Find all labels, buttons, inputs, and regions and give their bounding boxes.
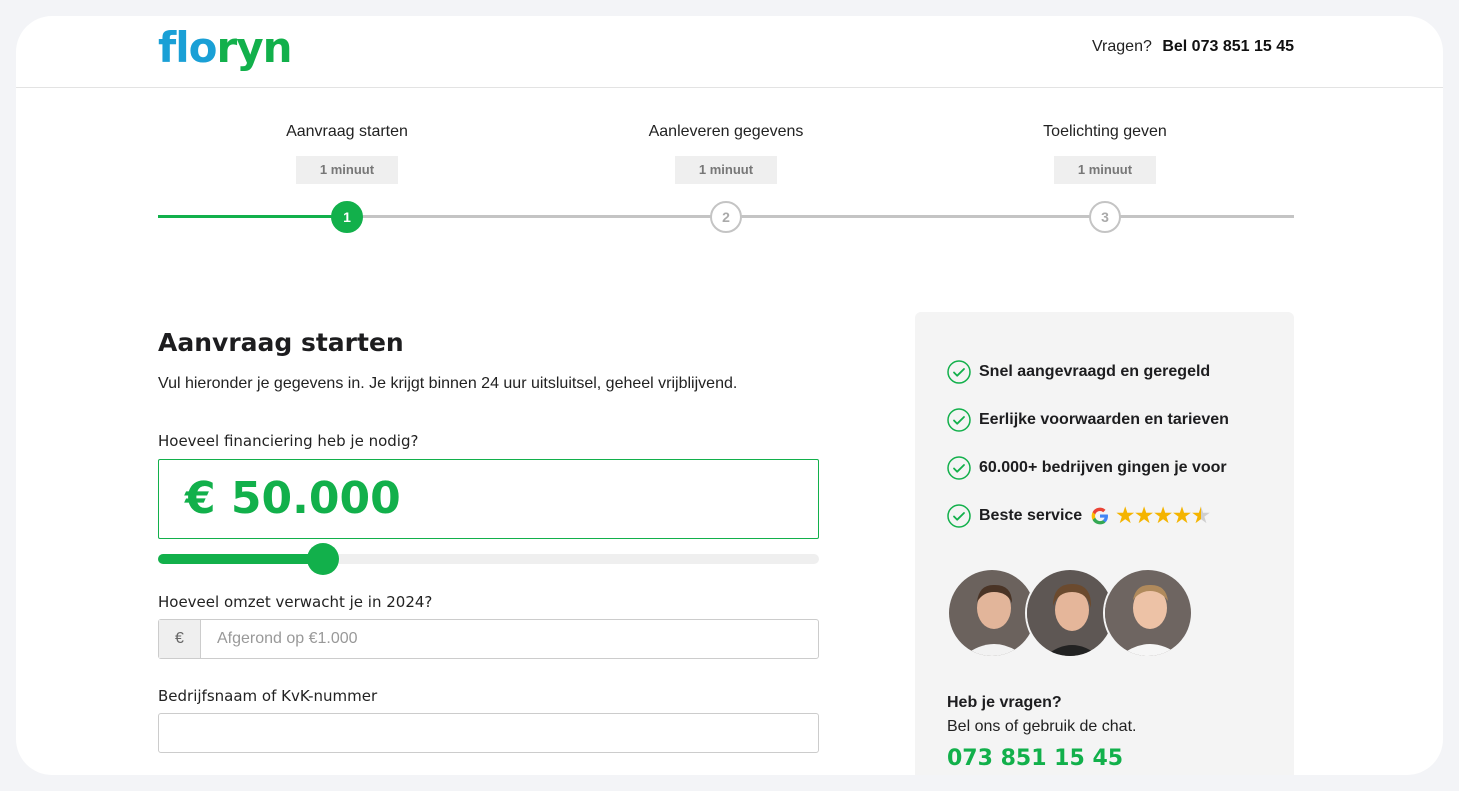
- benefits-panel: Snel aangevraagd en geregeld Eerlijke vo…: [915, 312, 1294, 775]
- help-text: Bel ons of gebruik de chat.: [947, 718, 1137, 735]
- check-circle-icon: [947, 408, 971, 432]
- step-2-marker: 2: [710, 201, 742, 233]
- progress-line-done: [158, 215, 347, 218]
- star-icon: ★: [1154, 505, 1172, 527]
- application-form: Aanvraag starten Vul hieronder je gegeve…: [158, 328, 820, 753]
- star-icon: ★: [1173, 505, 1191, 527]
- revenue-label: Hoeveel omzet verwacht je in 2024?: [158, 593, 433, 611]
- team-avatars: [947, 568, 1207, 660]
- floryn-logo[interactable]: floryn: [158, 22, 293, 74]
- financing-slider[interactable]: [158, 543, 819, 575]
- usp-text: Snel aangevraagd en geregeld: [979, 363, 1211, 380]
- google-icon: [1091, 507, 1109, 525]
- avatar: [1103, 568, 1193, 658]
- site-header: floryn Vragen? Bel 073 851 15 45: [16, 16, 1443, 88]
- usp-text: Beste service: [979, 507, 1083, 524]
- financing-amount-field[interactable]: € 50.000: [158, 459, 819, 539]
- star-icon: ★: [1116, 505, 1135, 527]
- usp-text: Eerlijke voorwaarden en tarieven: [979, 411, 1229, 428]
- check-circle-icon: [947, 360, 971, 384]
- step-1-title: Aanvraag starten: [286, 123, 408, 140]
- revenue-field: €: [158, 619, 819, 659]
- step-2: Aanleveren gegevens 1 minuut: [606, 116, 846, 184]
- form-intro: Vul hieronder je gegevens in. Je krijgt …: [158, 375, 738, 392]
- step-1-marker: 1: [331, 201, 363, 233]
- logo-part-1: flo: [158, 23, 218, 72]
- star-half-icon: ★: [1191, 505, 1210, 527]
- page-frame: floryn Vragen? Bel 073 851 15 45 Aanvraa…: [16, 16, 1443, 775]
- usp-item: Eerlijke voorwaarden en tarieven: [947, 408, 1229, 432]
- check-circle-icon: [947, 456, 971, 480]
- step-2-duration: 1 minuut: [674, 156, 778, 184]
- slider-fill: [158, 554, 324, 564]
- help-title: Heb je vragen?: [947, 694, 1062, 711]
- step-3-duration: 1 minuut: [1053, 156, 1157, 184]
- logo-part-2: ryn: [216, 23, 293, 72]
- header-phone-link[interactable]: Bel 073 851 15 45: [1162, 38, 1294, 55]
- progress-steps: Aanvraag starten 1 minuut 1 Aanleveren g…: [158, 116, 1294, 236]
- rating-stars: ★ ★ ★ ★ ★: [1116, 506, 1211, 526]
- step-3-title: Toelichting geven: [1043, 123, 1167, 140]
- usp-item: Snel aangevraagd en geregeld: [947, 360, 1210, 384]
- company-label: Bedrijfsnaam of KvK-nummer: [158, 687, 378, 705]
- progress-line-todo: [347, 215, 1294, 218]
- check-circle-icon: [947, 504, 971, 528]
- euro-prefix: €: [159, 620, 201, 658]
- step-1: Aanvraag starten 1 minuut: [227, 116, 467, 184]
- revenue-input[interactable]: [201, 620, 818, 658]
- form-title: Aanvraag starten: [158, 328, 404, 357]
- usp-item: 60.000+ bedrijven gingen je voor: [947, 456, 1227, 480]
- header-contact: Vragen? Bel 073 851 15 45: [1092, 38, 1294, 56]
- usp-item-rating: Beste service ★ ★ ★ ★ ★: [947, 504, 1211, 528]
- step-1-duration: 1 minuut: [295, 156, 399, 184]
- company-input[interactable]: [158, 713, 819, 753]
- step-2-title: Aanleveren gegevens: [648, 123, 804, 140]
- star-icon: ★: [1135, 505, 1154, 527]
- slider-handle[interactable]: [307, 543, 340, 575]
- header-question: Vragen?: [1091, 38, 1152, 55]
- step-3-marker: 3: [1089, 201, 1121, 233]
- financing-label: Hoeveel financiering heb je nodig?: [158, 432, 419, 450]
- avatar: [1025, 568, 1115, 658]
- step-3: Toelichting geven 1 minuut: [985, 116, 1225, 184]
- help-phone-link[interactable]: 073 851 15 45: [947, 746, 1123, 771]
- avatar: [947, 568, 1037, 658]
- financing-amount-value: € 50.000: [185, 473, 401, 524]
- usp-text: 60.000+ bedrijven gingen je voor: [979, 459, 1227, 476]
